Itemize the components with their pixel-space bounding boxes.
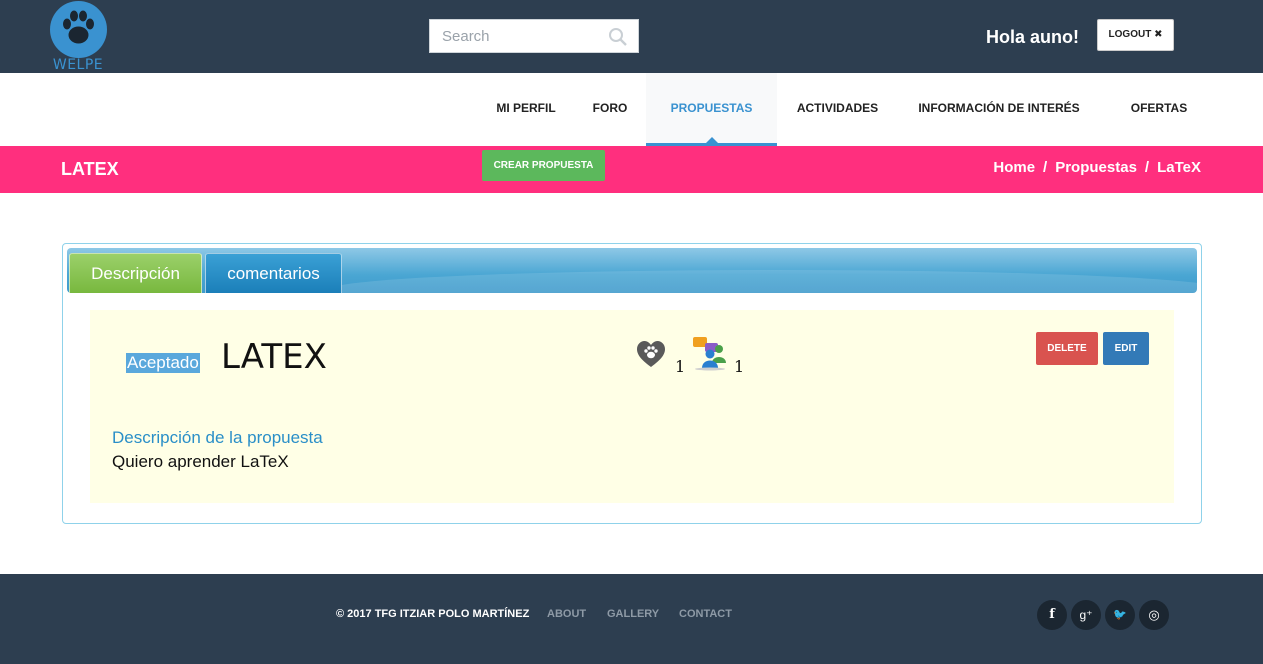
footer: © 2017 TFG ITZIAR POLO MARTÍNEZ ABOUT GA… <box>0 574 1263 664</box>
paw-logo-icon <box>50 1 107 58</box>
main-nav: MI PERFIL FORO PROPUESTAS ACTIVIDADES IN… <box>0 73 1263 146</box>
twitter-icon[interactable]: 🐦 <box>1105 600 1135 630</box>
footer-link-contact[interactable]: CONTACT <box>679 608 732 620</box>
create-proposal-button[interactable]: CREAR PROPUESTA <box>482 150 605 181</box>
breadcrumb-home[interactable]: Home <box>993 159 1035 176</box>
proposal-title: LATEX <box>221 337 327 377</box>
edit-button[interactable]: EDIT <box>1103 332 1149 365</box>
participants-icon[interactable] <box>693 335 733 371</box>
nav-item-propuestas[interactable]: PROPUESTAS <box>646 73 777 146</box>
google-plus-icon[interactable]: g⁺ <box>1071 600 1101 630</box>
facebook-icon[interactable]: f <box>1037 600 1067 630</box>
user-greeting: Hola auno! <box>986 27 1079 47</box>
search-box <box>429 19 639 53</box>
status-badge: Aceptado <box>126 353 200 373</box>
search-input[interactable] <box>430 20 608 52</box>
page-title-band: LATEX CREAR PROPUESTA Home / Propuestas / La… <box>0 146 1263 193</box>
like-count: 1 <box>675 357 686 376</box>
description-text: Quiero aprender LaTeX <box>112 452 289 471</box>
breadcrumb: Home / Propuestas / LaTeX <box>993 159 1201 176</box>
paw-heart-icon[interactable] <box>636 340 666 368</box>
nav-item-informacion[interactable]: INFORMACIÓN DE INTERÉS <box>898 73 1100 146</box>
page-title: LATEX <box>61 159 119 179</box>
top-bar: WELPE Hola auno! LOGOUT ✖ <box>0 0 1263 73</box>
welpe-logo[interactable]: WELPE <box>50 1 107 73</box>
search-icon[interactable] <box>608 27 628 47</box>
participants-count: 1 <box>734 357 745 376</box>
logout-button[interactable]: LOGOUT ✖ <box>1097 19 1174 51</box>
proposal-panel: Descripción comentarios Aceptado LATEX 1… <box>62 243 1202 524</box>
footer-link-about[interactable]: ABOUT <box>547 608 586 620</box>
tab-comentarios[interactable]: comentarios <box>205 253 342 293</box>
footer-link-gallery[interactable]: GALLERY <box>607 608 659 620</box>
proposal-content: Aceptado LATEX 1 1 DELETE EDIT Descripci… <box>90 310 1174 503</box>
dribbble-icon[interactable]: ◎ <box>1139 600 1169 630</box>
nav-item-actividades[interactable]: ACTIVIDADES <box>777 73 898 146</box>
tab-descripcion[interactable]: Descripción <box>69 253 202 293</box>
nav-item-ofertas[interactable]: OFERTAS <box>1112 73 1206 146</box>
breadcrumb-propuestas[interactable]: Propuestas <box>1055 159 1137 176</box>
tab-bar-decoration <box>327 270 1197 293</box>
breadcrumb-current[interactable]: LaTeX <box>1157 159 1201 176</box>
breadcrumb-separator: / <box>1043 159 1048 176</box>
active-caret-icon <box>705 137 718 143</box>
tab-bar: Descripción comentarios <box>67 248 1197 293</box>
copyright-text: © 2017 TFG ITZIAR POLO MARTÍNEZ <box>336 608 530 620</box>
nav-item-mi-perfil[interactable]: MI PERFIL <box>478 73 574 146</box>
delete-button[interactable]: DELETE <box>1036 332 1098 365</box>
breadcrumb-separator: / <box>1144 159 1150 176</box>
logo-text: WELPE <box>52 57 104 73</box>
nav-item-propuestas-label: PROPUESTAS <box>670 101 753 115</box>
description-label: Descripción de la propuesta <box>112 428 323 447</box>
nav-item-foro[interactable]: FORO <box>574 73 646 146</box>
